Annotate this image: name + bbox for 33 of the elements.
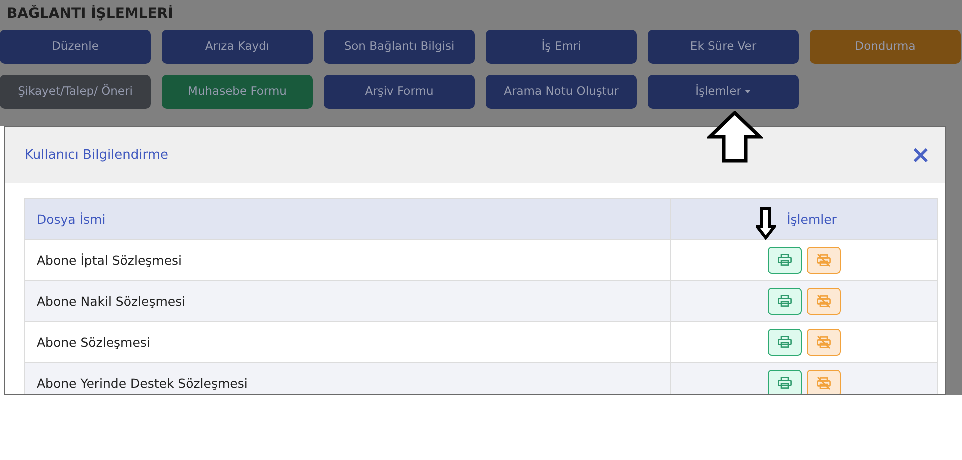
- action-button[interactable]: Muhasebe Formu: [162, 75, 313, 109]
- action-button[interactable]: Arşiv Formu: [324, 75, 475, 109]
- print-button[interactable]: [768, 246, 802, 274]
- crossed-printer-icon: [816, 376, 830, 390]
- table-cell: Abone Yerinde Destek Sözleşmesi: [25, 363, 671, 394]
- page-title: BAĞLANTI İŞLEMLERİ: [6, 6, 174, 24]
- action-button[interactable]: Şikayet/Talep/ Öneri: [0, 75, 151, 109]
- printer-icon: [778, 295, 792, 307]
- no-print-button[interactable]: [806, 370, 840, 394]
- action-button[interactable]: Dondurma: [810, 30, 961, 64]
- printer-icon: [778, 336, 792, 348]
- column-header: İşlemler: [787, 212, 837, 226]
- crossed-printer-icon: [816, 254, 830, 266]
- no-print-button[interactable]: [806, 246, 840, 274]
- action-button[interactable]: İşlemler: [648, 75, 799, 109]
- action-button[interactable]: Ek Süre Ver: [648, 30, 799, 64]
- print-button[interactable]: [768, 370, 802, 394]
- action-button[interactable]: İş Emri: [486, 30, 637, 64]
- action-button[interactable]: Arıza Kaydı: [162, 30, 313, 64]
- printer-icon: [778, 254, 792, 266]
- print-button[interactable]: [768, 328, 802, 356]
- action-button[interactable]: Son Bağlantı Bilgisi: [324, 30, 475, 64]
- action-button[interactable]: Düzenle: [0, 30, 151, 64]
- crossed-printer-icon: [816, 336, 830, 348]
- no-print-button[interactable]: [806, 288, 840, 314]
- print-button[interactable]: [768, 288, 802, 314]
- no-print-button[interactable]: [806, 328, 840, 356]
- caret-icon: [745, 90, 752, 94]
- modal-title: Kullanıcı Bilgilendirme: [25, 148, 169, 162]
- printer-icon: [778, 377, 792, 389]
- close-button[interactable]: ×: [904, 143, 937, 167]
- action-button[interactable]: Arama Notu Oluştur: [486, 75, 637, 109]
- crossed-printer-icon: [816, 294, 830, 308]
